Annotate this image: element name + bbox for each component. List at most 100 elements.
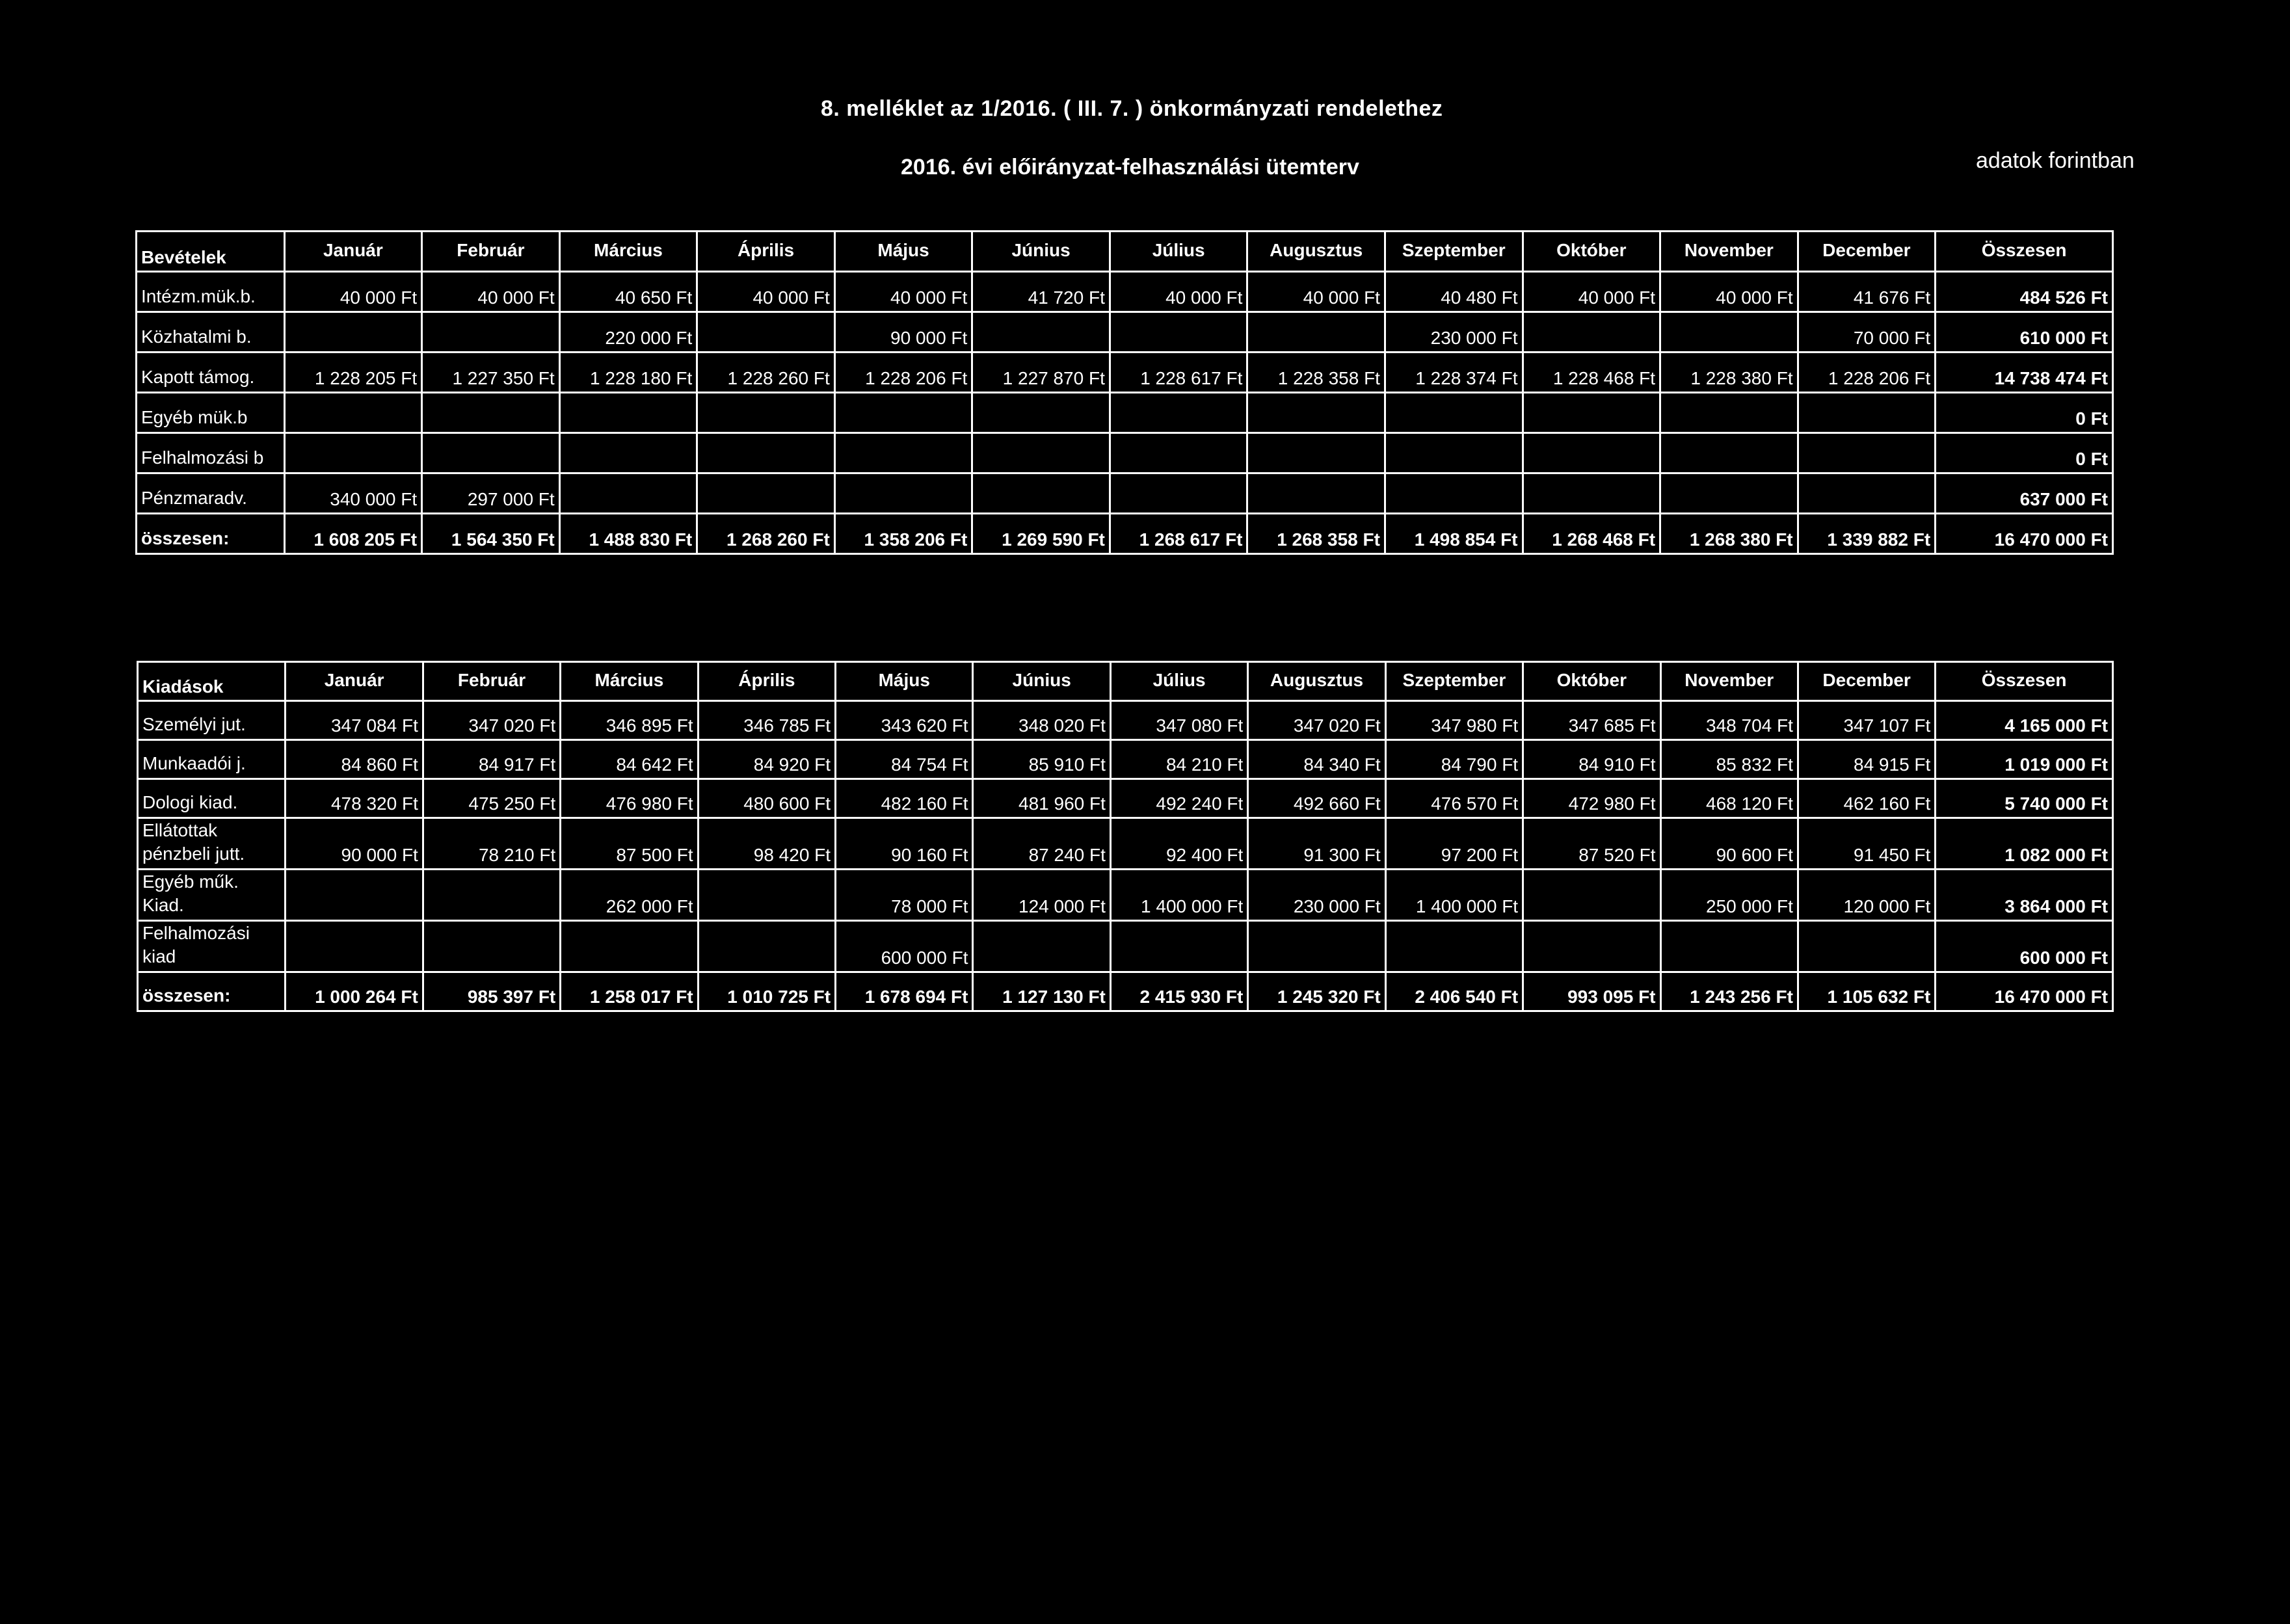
table-cell: 87 240 Ft	[972, 817, 1112, 870]
table-cell: 1 228 206 Ft	[833, 351, 974, 393]
header-row: Bevételek Január Február Március Április Máju…	[135, 230, 2114, 273]
table-cell: 40 000 Ft	[1659, 271, 1799, 313]
table-cell: 220 000 Ft	[558, 311, 699, 353]
table-cell	[283, 311, 423, 353]
table-cell	[1108, 311, 1249, 353]
table-cell: 40 480 Ft	[1383, 271, 1524, 313]
row-label: Egyéb műk. Kiad.	[136, 868, 287, 922]
table-cell	[1521, 311, 1662, 353]
row-label: Kapott támog.	[135, 351, 286, 393]
table-cell	[1796, 432, 1937, 474]
row-label: Személyi jut.	[136, 700, 287, 741]
table-cell	[1521, 432, 1662, 474]
table-row: Felhalmozási b 0 Ft	[135, 432, 2114, 474]
table-cell: 475 250 Ft	[421, 778, 562, 819]
table-row: Közhatalmi b. 220 000 Ft 90 000 Ft 230 000 …	[135, 311, 2114, 353]
table-cell: 84 754 Ft	[834, 739, 974, 780]
row-label: Pénzmaradv.	[135, 472, 286, 514]
table-cell	[284, 920, 424, 973]
table-cell: 480 600 Ft	[697, 778, 837, 819]
table-cell: 84 915 Ft	[1796, 739, 1937, 780]
table-cell	[697, 920, 837, 973]
table-cell	[1383, 392, 1524, 434]
row-label: Dologi kiad.	[136, 778, 287, 819]
column-header-6: Június	[971, 230, 1111, 273]
table-cell: 41 676 Ft	[1796, 271, 1937, 313]
table-cell: 347 107 Ft	[1796, 700, 1937, 741]
sum-cell: 1 488 830 Ft	[558, 512, 699, 555]
row-label: Intézm.mük.b.	[135, 271, 286, 313]
table-cell	[971, 432, 1111, 474]
row-label: Felhalmozási b	[135, 432, 286, 474]
table-cell	[971, 311, 1111, 353]
table-cell: 481 960 Ft	[972, 778, 1112, 819]
section-title: Kiadások	[136, 661, 287, 702]
table-cell: 40 000 Ft	[1108, 271, 1249, 313]
table-cell: 90 000 Ft	[833, 311, 974, 353]
table-cell: 1 228 617 Ft	[1108, 351, 1249, 393]
table-cell	[421, 920, 562, 973]
table-cell	[1796, 920, 1937, 973]
table-cell: 92 400 Ft	[1109, 817, 1249, 870]
table-cell: 91 450 Ft	[1796, 817, 1937, 870]
column-header-4: Április	[697, 661, 837, 702]
table-cell	[421, 868, 562, 922]
table-cell: 40 000 Ft	[833, 271, 974, 313]
table-cell: 1 228 374 Ft	[1383, 351, 1524, 393]
table-cell	[1383, 472, 1524, 514]
table-cell	[1522, 920, 1662, 973]
table-cell: 1 228 206 Ft	[1796, 351, 1937, 393]
table-cell	[1659, 920, 1799, 973]
table-cell: 1 228 380 Ft	[1659, 351, 1799, 393]
grand-total: 16 470 000 Ft	[1934, 971, 2114, 1012]
table-cell: 90 000 Ft	[284, 817, 424, 870]
table-cell: 40 000 Ft	[283, 271, 423, 313]
table-cell: 1 227 350 Ft	[421, 351, 561, 393]
table-cell	[1246, 432, 1386, 474]
row-total: 1 082 000 Ft	[1934, 817, 2114, 870]
table-cell: 40 650 Ft	[558, 271, 699, 313]
table-cell: 1 228 260 Ft	[696, 351, 836, 393]
table-row: Egyéb műk. Kiad. 262 000 Ft 78 000 Ft 124 0…	[136, 868, 2114, 922]
table-cell	[1108, 472, 1249, 514]
row-label: Közhatalmi b.	[135, 311, 286, 353]
row-total: 5 740 000 Ft	[1934, 778, 2114, 819]
table-cell	[1659, 472, 1799, 514]
row-total: 610 000 Ft	[1934, 311, 2114, 353]
table-cell: 70 000 Ft	[1796, 311, 1937, 353]
table-cell: 347 980 Ft	[1384, 700, 1524, 741]
column-header-11: November	[1659, 230, 1799, 273]
table-cell	[1247, 920, 1387, 973]
table-cell	[833, 392, 974, 434]
column-header-1: Január	[283, 230, 423, 273]
sum-cell: 1 000 264 Ft	[284, 971, 424, 1012]
table-cell: 250 000 Ft	[1659, 868, 1799, 922]
table-cell: 85 910 Ft	[972, 739, 1112, 780]
table-row: Pénzmaradv. 340 000 Ft 297 000 Ft 637 000 F…	[135, 472, 2114, 514]
table-cell	[1108, 432, 1249, 474]
sum-label: összesen:	[136, 971, 287, 1012]
table-row: Intézm.mük.b. 40 000 Ft 40 000 Ft 40 650 Ft…	[135, 271, 2114, 313]
column-header-2: Február	[421, 230, 561, 273]
table-row: Ellátottak pénzbeli jutt. 90 000 Ft 78 210…	[136, 817, 2114, 870]
table-cell: 348 704 Ft	[1659, 700, 1799, 741]
sum-label: összesen:	[135, 512, 286, 555]
row-total: 3 864 000 Ft	[1934, 868, 2114, 922]
table-cell: 40 000 Ft	[1246, 271, 1386, 313]
sum-cell: 1 269 590 Ft	[971, 512, 1111, 555]
row-total: 14 738 474 Ft	[1934, 351, 2114, 393]
column-header-6: Június	[972, 661, 1112, 702]
sum-cell: 1 339 882 Ft	[1796, 512, 1937, 555]
table-cell: 1 228 205 Ft	[283, 351, 423, 393]
table-cell: 97 200 Ft	[1384, 817, 1524, 870]
grand-total: 16 470 000 Ft	[1934, 512, 2114, 555]
column-header-total: Összesen	[1934, 661, 2114, 702]
table-cell: 230 000 Ft	[1247, 868, 1387, 922]
column-header-10: Október	[1521, 230, 1662, 273]
column-header-5: Május	[833, 230, 974, 273]
table-cell: 84 642 Ft	[559, 739, 699, 780]
table-cell: 40 000 Ft	[421, 271, 561, 313]
column-header-total: Összesen	[1934, 230, 2114, 273]
table-cell: 262 000 Ft	[559, 868, 699, 922]
column-header-2: Február	[421, 661, 562, 702]
